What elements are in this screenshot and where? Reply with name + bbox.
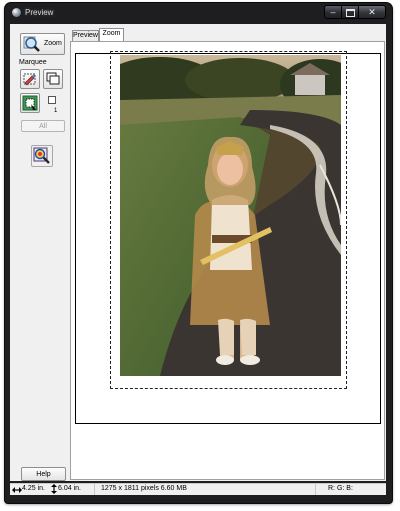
width-arrows-icon [12, 487, 22, 493]
selection-marquee[interactable] [110, 51, 347, 389]
client-area: Zoom Marquee 1 All Help Preview Zoom [10, 24, 386, 481]
magnify-image-icon [33, 147, 50, 164]
close-button[interactable]: ✕ [358, 5, 386, 19]
marquee-label: Marquee [19, 59, 47, 66]
histogram-zoom-button[interactable] [31, 145, 53, 167]
marquee-edit-button[interactable] [20, 69, 40, 89]
marquee-count: 1 [54, 108, 58, 114]
status-divider [94, 484, 95, 495]
height-value: 6.04 in. [58, 485, 81, 492]
status-bar: 4.25 in. 6.04 in. 1275 x 1811 pixels 6.6… [10, 483, 386, 495]
status-divider [315, 484, 316, 495]
zoom-button-label: Zoom [44, 40, 62, 47]
window-title: Preview [25, 8, 54, 17]
all-button[interactable]: All [21, 120, 65, 132]
marquee-copy-button[interactable] [43, 69, 63, 89]
title-bar[interactable]: Preview – ✕ [5, 3, 392, 23]
pixel-info: 1275 x 1811 pixels 6.60 MB [101, 485, 187, 492]
maximize-icon [345, 9, 355, 17]
auto-locate-icon [22, 95, 38, 111]
tab-preview[interactable]: Preview [72, 30, 99, 41]
preview-window: Preview – ✕ Zoom Marquee 1 All Help Prev… [5, 3, 392, 503]
help-button[interactable]: Help [21, 467, 66, 481]
copy-marquee-icon [46, 72, 60, 85]
magnifier-icon [23, 36, 40, 52]
minimize-button[interactable]: – [324, 5, 342, 19]
rgb-readout: R: G: B: [328, 485, 353, 492]
height-arrows-icon [51, 484, 57, 494]
width-value: 4.25 in. [22, 485, 45, 492]
tab-zoom[interactable]: Zoom [99, 28, 124, 41]
marquee-count-checkbox[interactable] [48, 96, 56, 104]
app-icon [12, 8, 21, 17]
marquee-detect-button[interactable] [20, 93, 40, 113]
zoom-button[interactable]: Zoom [20, 33, 65, 55]
minimize-icon: – [330, 7, 336, 17]
marquee-edit-icon [23, 73, 36, 86]
maximize-button[interactable] [341, 5, 359, 19]
close-icon: ✕ [368, 7, 376, 17]
